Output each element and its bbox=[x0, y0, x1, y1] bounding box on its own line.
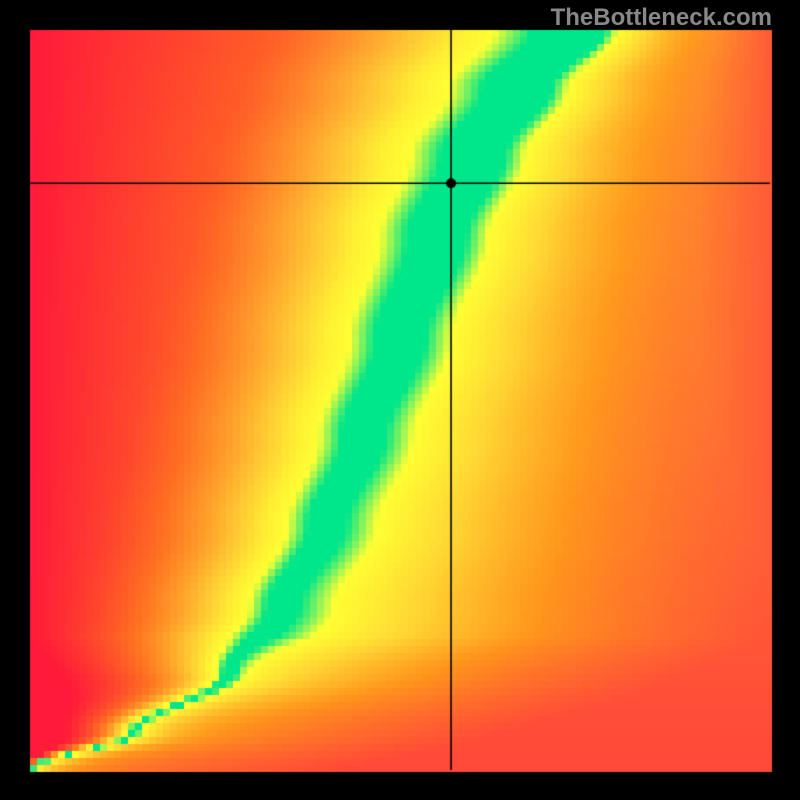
heatmap-canvas bbox=[0, 0, 800, 800]
watermark-text: TheBottleneck.com bbox=[551, 4, 772, 32]
bottleneck-heatmap: TheBottleneck.com bbox=[0, 0, 800, 800]
